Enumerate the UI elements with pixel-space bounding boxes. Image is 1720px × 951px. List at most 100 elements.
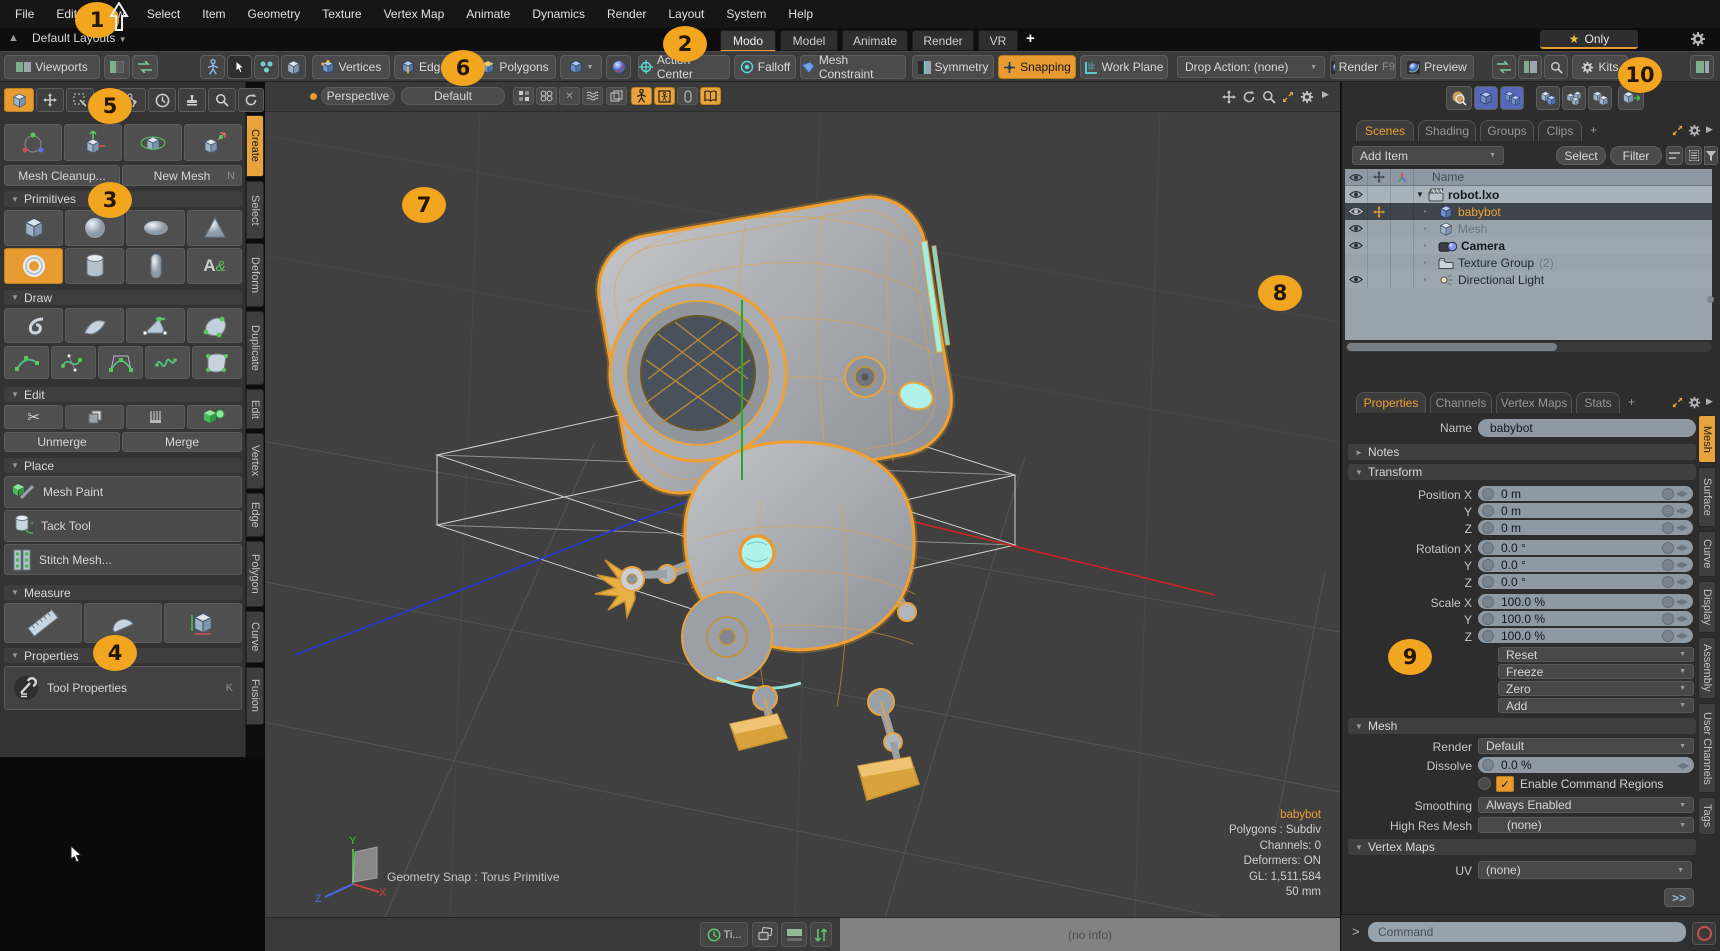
add-mesh-icon[interactable] xyxy=(1474,86,1498,110)
collapse-tree-icon[interactable] xyxy=(1666,146,1683,165)
move-tool-button[interactable] xyxy=(64,124,122,161)
polygons-mode-button[interactable]: Polygons xyxy=(474,55,556,79)
show-locators-toggle-icon[interactable] xyxy=(654,87,675,105)
viewport-flyout-icon[interactable]: ▶ xyxy=(1322,89,1329,100)
cylinder-primitive-button[interactable] xyxy=(65,248,124,284)
group-items-icon[interactable] xyxy=(1588,86,1612,110)
comb-tool-icon[interactable] xyxy=(126,405,185,429)
high-res-mesh-dropdown[interactable]: (none) xyxy=(1478,817,1694,833)
menu-vertex-map[interactable]: Vertex Map xyxy=(373,0,456,28)
menu-help[interactable]: Help xyxy=(777,0,824,28)
merge-button[interactable]: Merge xyxy=(122,432,242,452)
rotation-x-field[interactable]: 0.0 °◀▶ xyxy=(1478,540,1693,555)
disable-toggle-icon[interactable]: ✕ xyxy=(559,87,580,105)
expand-panel-icon[interactable] xyxy=(1672,125,1683,136)
tab-vr[interactable]: VR xyxy=(978,30,1018,51)
scale-x-field[interactable]: 100.0 %◀▶ xyxy=(1478,594,1693,609)
filter-button[interactable]: Filter xyxy=(1610,146,1662,165)
gear-icon[interactable] xyxy=(1690,31,1706,47)
transform-tool-button[interactable] xyxy=(4,124,62,161)
add-properties-tab-button[interactable]: + xyxy=(1628,395,1635,409)
split-view-icon[interactable] xyxy=(104,55,130,79)
preset-sphere-icon[interactable] xyxy=(1446,86,1472,110)
auto-select-icon[interactable] xyxy=(227,55,252,79)
eye-icon[interactable] xyxy=(1345,186,1368,203)
mesh-paint-button[interactable]: Mesh Paint xyxy=(4,476,242,508)
side-tab-surface[interactable]: Surface xyxy=(1698,467,1716,527)
mesh-section-header[interactable]: ▼Mesh xyxy=(1348,718,1696,734)
scale-tool-button[interactable] xyxy=(184,124,242,161)
tool-preset-icon[interactable] xyxy=(208,88,236,112)
duplicate-item-icon[interactable] xyxy=(1536,86,1560,110)
bezier-tool-button[interactable] xyxy=(51,346,96,379)
show-items-toggle-icon[interactable] xyxy=(631,87,652,105)
new-mesh-button[interactable]: New MeshN xyxy=(122,165,242,186)
freeze-dropdown[interactable]: Freeze xyxy=(1498,664,1694,679)
list-style-icon[interactable] xyxy=(1685,146,1702,165)
measure-section-header[interactable]: ▼Measure xyxy=(4,585,242,600)
tab-animate[interactable]: Animate xyxy=(842,30,908,51)
toolbox-tab-edge[interactable]: Edge xyxy=(246,493,264,537)
cone-primitive-button[interactable] xyxy=(187,210,242,246)
viewport-camera-dropdown[interactable]: Perspective xyxy=(321,87,395,105)
eye-icon[interactable] xyxy=(1345,203,1368,220)
tab-properties[interactable]: Properties xyxy=(1356,392,1426,413)
ruler-tool-button[interactable] xyxy=(4,603,82,643)
material-orb-icon[interactable] xyxy=(606,55,631,79)
menu-geometry[interactable]: Geometry xyxy=(237,0,312,28)
polygon-pen-tool-button[interactable] xyxy=(126,308,185,343)
select-button[interactable]: Select xyxy=(1556,146,1606,165)
render-dropdown[interactable]: Default xyxy=(1478,738,1694,754)
menu-dynamics[interactable]: Dynamics xyxy=(521,0,596,28)
more-properties-button[interactable]: >> xyxy=(1664,888,1694,907)
viewport-shading-dropdown[interactable]: Default xyxy=(401,87,505,105)
tree-row-directional-light[interactable]: ▪ Directional Light xyxy=(1345,271,1712,288)
toolbox-tab-edit[interactable]: Edit xyxy=(246,389,264,429)
tree-row-camera[interactable]: ▪ Camera xyxy=(1345,237,1712,254)
tab-stats[interactable]: Stats xyxy=(1576,392,1620,413)
side-tab-user-channels[interactable]: User Channels xyxy=(1698,703,1716,793)
maximize-viewport-icon[interactable] xyxy=(1282,91,1294,103)
menu-animate[interactable]: Animate xyxy=(455,0,521,28)
pivot-mode-icon[interactable] xyxy=(281,55,306,79)
menu-render[interactable]: Render xyxy=(596,0,657,28)
scenes-gear-icon[interactable] xyxy=(1688,124,1701,137)
wireframe-toggle-icon[interactable] xyxy=(513,87,534,105)
pen-shape-tool-button[interactable] xyxy=(187,308,242,343)
rotate-view-icon[interactable] xyxy=(1242,90,1256,104)
ellipsoid-primitive-button[interactable] xyxy=(126,210,185,246)
vertex-maps-section-header[interactable]: ▼Vertex Maps xyxy=(1348,839,1696,855)
menu-item[interactable]: Item xyxy=(191,0,236,28)
toolbox-tab-curve[interactable]: Curve xyxy=(246,611,264,663)
tab-model[interactable]: Model xyxy=(780,30,838,51)
curve-fill-tool-button[interactable] xyxy=(192,346,242,379)
unmerge-button[interactable]: Unmerge xyxy=(4,432,120,452)
uv-book-toggle-icon[interactable] xyxy=(700,87,721,105)
tab-scenes[interactable]: Scenes xyxy=(1356,120,1414,141)
rotate-tool-button[interactable] xyxy=(124,124,182,161)
preset-browser-icon[interactable] xyxy=(1544,55,1568,79)
menu-layout[interactable]: Layout xyxy=(657,0,715,28)
tool-stamp-icon[interactable] xyxy=(178,88,206,112)
cube-primitive-button[interactable] xyxy=(4,210,63,246)
tool-refresh-icon[interactable] xyxy=(238,88,264,112)
time-tool-button[interactable]: Ti... xyxy=(700,922,748,947)
patch-tool-button[interactable] xyxy=(65,308,124,343)
only-favorites-button[interactable]: Only xyxy=(1540,30,1638,49)
scenes-flyout-icon[interactable]: ▶ xyxy=(1706,124,1713,135)
tab-render[interactable]: Render xyxy=(912,30,974,51)
capsule-primitive-button[interactable] xyxy=(126,248,185,284)
tab-vertex-maps[interactable]: Vertex Maps xyxy=(1496,392,1572,413)
tack-tool-button[interactable]: Tack Tool xyxy=(4,510,242,542)
channel-bars-button[interactable] xyxy=(781,922,807,947)
layouts-dropdown[interactable]: Default Layouts ▼ xyxy=(32,31,127,45)
quad-view-icon[interactable] xyxy=(536,87,557,105)
add-scene-tab-button[interactable]: + xyxy=(1590,123,1597,137)
tree-scroll-nub[interactable] xyxy=(1707,296,1714,303)
tree-row-babybot-selected[interactable]: ▪ babybot xyxy=(1345,203,1712,220)
pan-view-icon[interactable] xyxy=(1222,90,1236,104)
command-record-button[interactable] xyxy=(1692,922,1716,945)
command-input[interactable] xyxy=(1368,922,1686,942)
center-mode-icon[interactable] xyxy=(254,55,279,79)
rotation-y-field[interactable]: 0.0 °◀▶ xyxy=(1478,557,1693,572)
